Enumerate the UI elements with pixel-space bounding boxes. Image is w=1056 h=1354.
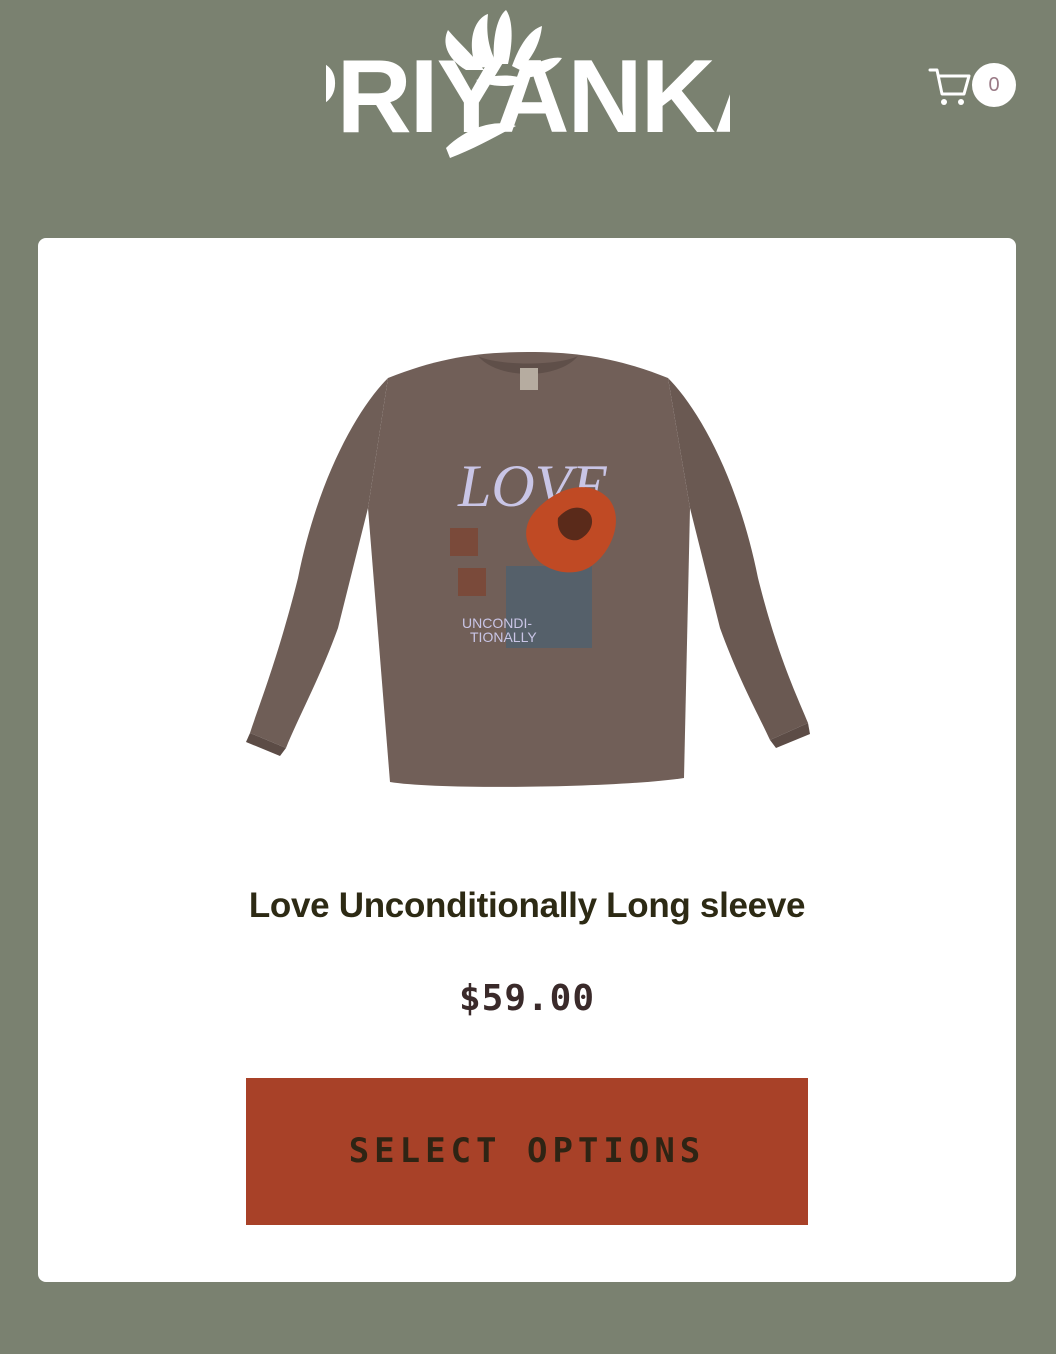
cart-icon [928, 68, 971, 105]
product-title[interactable]: Love Unconditionally Long sleeve [38, 886, 1016, 926]
product-card: LOVE UNCONDI- TIONALLY Love Unconditiona… [38, 238, 1016, 1282]
product-price: $59.00 [458, 978, 596, 1019]
site-logo[interactable]: PRIYANKA [326, 8, 730, 160]
select-options-button[interactable]: SELECT OPTIONS [246, 1078, 808, 1225]
site-header: PRIYANKA 0 [0, 0, 1056, 200]
cart-count-badge[interactable]: 0 [972, 63, 1016, 107]
logo-text: PRIYANKA [326, 39, 730, 155]
print-tionally-text: TIONALLY [470, 629, 537, 645]
product-image[interactable]: LOVE UNCONDI- TIONALLY [238, 338, 818, 808]
